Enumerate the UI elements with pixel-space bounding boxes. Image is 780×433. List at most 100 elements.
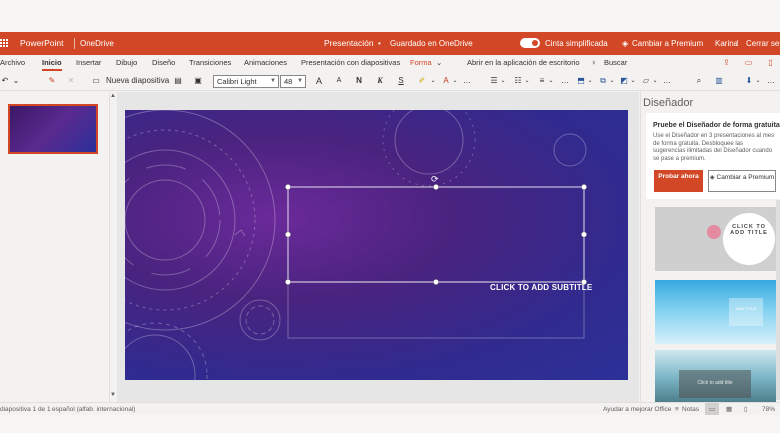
more-icon[interactable]: … (662, 74, 672, 88)
name-separator: / (736, 39, 739, 48)
rotate-handle-icon[interactable]: ⟳ (431, 174, 439, 185)
more-icon[interactable]: … (560, 74, 570, 88)
undo-icon[interactable]: ↶ (0, 74, 10, 88)
top-margin (0, 0, 780, 32)
chevron-down-icon[interactable]: ⌄ (755, 74, 761, 88)
chevron-down-icon[interactable]: ⌄ (652, 74, 658, 88)
title-circle (723, 213, 775, 265)
chevron-down-icon[interactable]: ⌄ (436, 55, 442, 71)
try-now-button[interactable]: Probar ahora (654, 170, 703, 192)
simplified-ribbon-toggle[interactable] (520, 38, 540, 48)
tab-dibujo[interactable]: Dibujo (116, 55, 137, 71)
chevron-down-icon[interactable]: ⌄ (430, 74, 436, 88)
shrink-font-button[interactable]: A (334, 74, 344, 88)
bold-button[interactable]: N (354, 74, 364, 88)
design-idea-thumbnail[interactable]: CLICK TO ADD TITLE (655, 207, 776, 271)
font-color-icon[interactable]: A (440, 74, 452, 88)
bottom-margin (0, 415, 780, 433)
open-desktop-link[interactable]: Abrir en la aplicación de escritorio (467, 55, 580, 71)
chevron-down-icon[interactable]: ⌄ (452, 74, 458, 88)
diamond-icon: ◈ (709, 174, 717, 181)
chevron-down-icon[interactable]: ⌄ (587, 74, 593, 88)
font-name-value: Calibri Light (217, 77, 257, 86)
designer-scrollbar[interactable] (776, 200, 780, 400)
comment-icon[interactable]: ▭ (742, 57, 755, 68)
bullet-separator: • (378, 39, 381, 48)
upgrade-premium-link[interactable]: Cambiar a Premium (632, 32, 703, 55)
numbering-icon[interactable]: ☷ (512, 74, 524, 88)
shapes-icon[interactable]: ⬒ (575, 74, 587, 88)
tab-archivo[interactable]: Archivo (0, 55, 25, 71)
more-icon[interactable]: … (462, 74, 472, 88)
designer-icon[interactable]: ▥ (713, 74, 725, 88)
simplified-ribbon-label: Cinta simplificada (545, 39, 608, 48)
promo-body: Use el Diseñador en 3 presentaciones al … (653, 133, 775, 162)
grow-font-button[interactable]: A (314, 74, 324, 88)
slide-canvas[interactable] (125, 110, 628, 380)
chevron-down-icon[interactable]: ⌄ (548, 74, 554, 88)
new-slide-icon[interactable]: ▭ (90, 74, 102, 88)
italic-button[interactable]: K (375, 74, 385, 88)
chevron-down-icon[interactable]: ⌄ (609, 74, 615, 88)
design-idea-title: Click to add title (679, 370, 751, 398)
undo-dropdown-icon[interactable]: ⌄ (12, 74, 20, 88)
chevron-down-icon: ▼ (270, 78, 276, 84)
design-idea-thumbnail[interactable]: ADD TITLE (655, 280, 776, 344)
new-slide-button[interactable]: Nueva diapositiva (106, 74, 169, 88)
scroll-up-icon[interactable]: ▲ (110, 93, 116, 99)
design-idea-title: ADD TITLE (729, 298, 763, 326)
bullets-icon[interactable]: ☰ (488, 74, 500, 88)
thumbnails-scrollbar[interactable]: ▲ ▼ (109, 92, 117, 402)
tab-insertar[interactable]: Insertar (76, 55, 101, 71)
find-icon[interactable]: ⌕ (693, 74, 705, 88)
subtitle-placeholder[interactable]: CLICK TO ADD SUBTITLE (490, 283, 592, 292)
user-name[interactable]: Karina (715, 32, 738, 55)
tab-inicio[interactable]: Inicio (42, 55, 62, 71)
format-painter-icon[interactable]: ✎ (46, 74, 58, 88)
underline-button[interactable]: S (396, 74, 406, 88)
font-name-combo[interactable]: Calibri Light ▼ (213, 75, 279, 88)
picture-icon[interactable]: ▣ (192, 74, 204, 88)
app-launcher-icon[interactable] (0, 39, 8, 48)
save-status: Guardado en OneDrive (390, 39, 473, 48)
search-link[interactable]: Buscar (604, 55, 627, 71)
chevron-down-icon[interactable]: ⌄ (630, 74, 636, 88)
share-icon[interactable]: ⇪ (720, 57, 733, 68)
layout-icon[interactable]: ▤ (172, 74, 184, 88)
status-bar: diapositiva 1 de 1 español (alfab. inter… (0, 402, 780, 416)
more-icon[interactable]: … (766, 74, 776, 88)
design-idea-thumbnail[interactable]: Click to add title (655, 350, 776, 402)
slide-thumbnail[interactable] (8, 104, 98, 154)
tab-diseno[interactable]: Diseño (152, 55, 175, 71)
delete-icon[interactable]: ✕ (66, 74, 76, 88)
dictate-icon[interactable]: ⬇ (743, 74, 755, 88)
tab-animaciones[interactable]: Animaciones (244, 55, 287, 71)
tab-forma[interactable]: Forma (410, 55, 432, 71)
slide-decoration (125, 110, 587, 380)
shape-fill-icon[interactable]: ◩ (618, 74, 630, 88)
document-title[interactable]: Presentación (324, 32, 374, 55)
promo-title: Pruebe el Diseñador de forma gratuita (653, 122, 780, 129)
diamond-icon: ◈ (622, 39, 629, 48)
ribbon-toolbar: ↶ ⌄ ✎ ✕ ▭ Nueva diapositiva ▤ ▣ Calibri … (0, 71, 780, 91)
title-separator (74, 38, 75, 49)
tab-transiciones[interactable]: Transiciones (189, 55, 231, 71)
flower-decoration (707, 225, 721, 239)
align-icon[interactable]: ≡ (536, 74, 548, 88)
location-link[interactable]: OneDrive (80, 32, 114, 55)
app-name[interactable]: PowerPoint (20, 32, 63, 55)
scroll-down-icon[interactable]: ▼ (110, 392, 116, 398)
shape-outline-icon[interactable]: ▱ (640, 74, 652, 88)
arrange-icon[interactable]: ⧉ (597, 74, 609, 88)
upgrade-premium-button[interactable]: ◈ Cambiar a Premium (708, 170, 776, 192)
highlight-icon[interactable]: ✐ (416, 74, 428, 88)
chevron-down-icon[interactable]: ⌄ (524, 74, 530, 88)
tab-presentacion[interactable]: Presentación con diapositivas (301, 55, 400, 71)
designer-title: Diseñador (643, 97, 694, 109)
font-size-combo[interactable]: 48 ▼ (280, 75, 306, 88)
upgrade-premium-label: Cambiar a Premium (716, 174, 775, 181)
font-size-value: 48 (284, 77, 293, 86)
present-icon[interactable]: ▯ (764, 57, 777, 68)
signout-link[interactable]: Cerrar sesi (746, 32, 780, 55)
chevron-down-icon[interactable]: ⌄ (500, 74, 506, 88)
